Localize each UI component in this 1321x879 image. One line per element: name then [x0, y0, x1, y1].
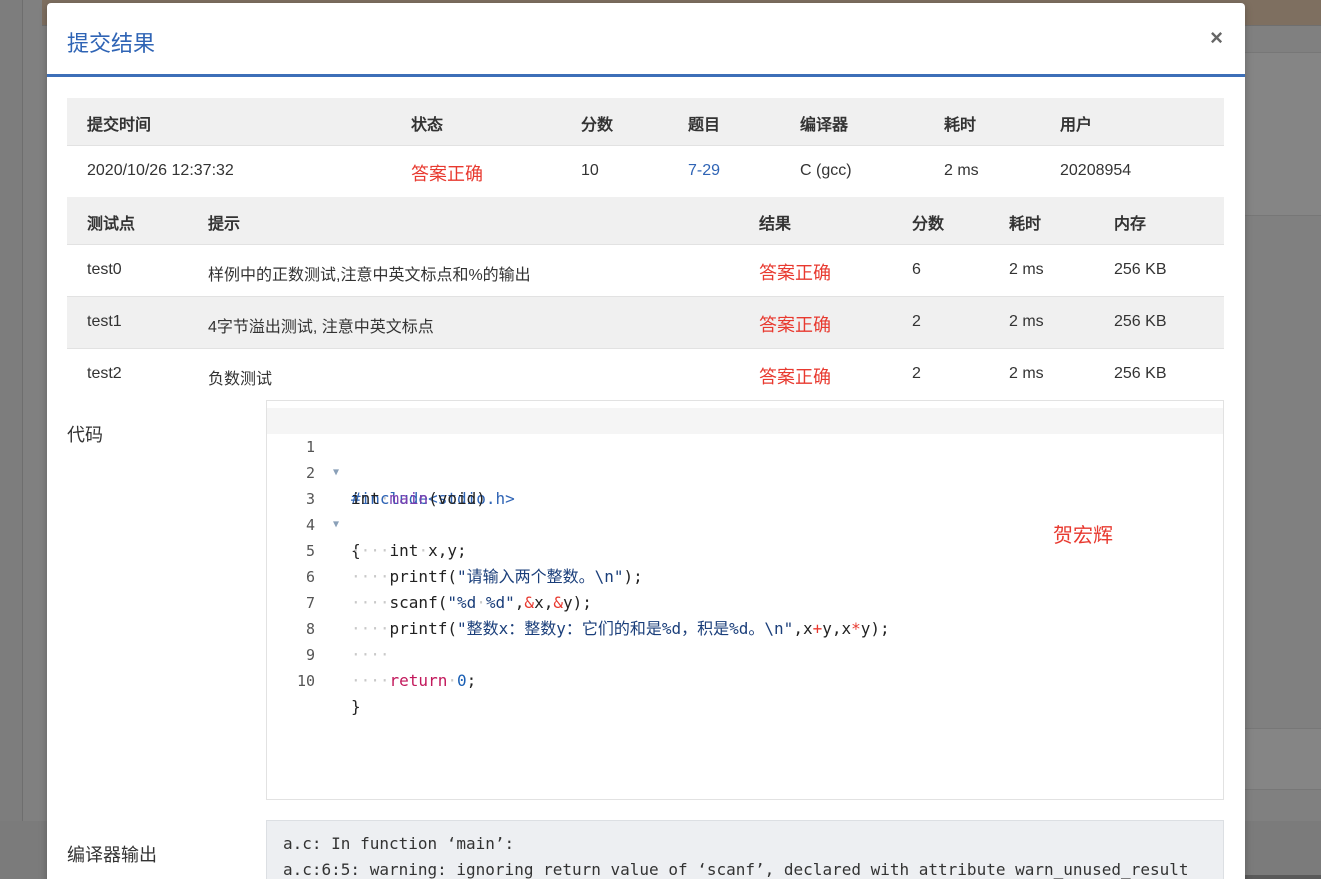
code-line: 1 ▼ #include<stdio.h> — [267, 408, 1223, 508]
score-value: 10 — [581, 162, 599, 179]
testcase-id: test0 — [87, 261, 122, 278]
compiler-output-line: a.c:6:5: warning: ignoring return value … — [283, 860, 1189, 879]
close-icon[interactable]: × — [1210, 25, 1223, 51]
col-header-memory: 内存 — [1114, 216, 1147, 233]
testcase-result: 答案正确 — [759, 263, 831, 283]
tests-header: 测试点 提示 结果 分数 耗时 内存 — [67, 197, 1224, 244]
testcase-time: 2 ms — [1009, 365, 1044, 382]
code-text: ····return·0; — [351, 671, 477, 690]
code-line: 3 ▼ { — [267, 460, 1223, 560]
backdrop-panel — [1245, 52, 1321, 216]
testcase-time: 2 ms — [1009, 261, 1044, 278]
testcase-memory: 256 KB — [1114, 313, 1167, 330]
line-number: 10 — [296, 672, 315, 690]
testcase-score: 2 — [912, 365, 921, 382]
testcase-memory: 256 KB — [1114, 365, 1167, 382]
code-editor[interactable]: 1 ▼ #include<stdio.h> 2 int·main(void) 3… — [266, 400, 1224, 800]
col-header-compiler: 编译器 — [800, 117, 849, 134]
testcase-id: test2 — [87, 365, 122, 382]
testcase-hint: 负数测试 — [208, 371, 273, 388]
compiler-value: C (gcc) — [800, 162, 852, 179]
code-line: 7 ····printf("整数x：整数y：它们的和是%d，积是%d。\n",x… — [267, 564, 1223, 638]
table-row: test2 负数测试 答案正确 2 2 ms 256 KB — [67, 348, 1224, 400]
testcase-memory: 256 KB — [1114, 261, 1167, 278]
code-label: 代码 — [67, 425, 103, 445]
compiler-output-box: a.c: In function ‘main’: a.c:6:5: warning… — [266, 820, 1224, 879]
author-watermark: 贺宏辉 — [1053, 523, 1113, 547]
testcase-score: 6 — [912, 261, 921, 278]
summary-header: 提交时间 状态 分数 题目 编译器 耗时 用户 — [67, 98, 1224, 145]
elapsed-value: 2 ms — [944, 162, 979, 179]
col-header-problem: 题目 — [688, 117, 721, 134]
table-row: test0 样例中的正数测试,注意中英文标点和%的输出 答案正确 6 2 ms … — [67, 244, 1224, 296]
compiler-output-label: 编译器输出 — [67, 845, 157, 865]
status-badge: 答案正确 — [411, 164, 483, 184]
modal-header: 提交结果 × — [47, 3, 1245, 77]
col-header-result: 结果 — [759, 216, 792, 233]
col-header-hint: 提示 — [208, 216, 241, 233]
submit-time: 2020/10/26 12:37:32 — [87, 162, 234, 179]
testcase-score: 2 — [912, 313, 921, 330]
col-header-user: 用户 — [1060, 117, 1093, 134]
testcase-id: test1 — [87, 313, 122, 330]
testcase-result: 答案正确 — [759, 367, 831, 387]
testcase-result: 答案正确 — [759, 315, 831, 335]
table-row: test1 4字节溢出测试, 注意中英文标点 答案正确 2 2 ms 256 K… — [67, 296, 1224, 348]
code-line: 10 } — [267, 642, 1223, 716]
col-header-submit-time: 提交时间 — [87, 117, 152, 134]
code-line: 8 ···· — [267, 590, 1223, 664]
col-header-elapsed: 耗时 — [944, 117, 977, 134]
user-value: 20208954 — [1060, 162, 1132, 179]
col-header-test-score: 分数 — [912, 216, 945, 233]
testcase-hint: 4字节溢出测试, 注意中英文标点 — [208, 319, 434, 336]
backdrop-panel — [1245, 728, 1321, 790]
testcase-time: 2 ms — [1009, 313, 1044, 330]
compiler-output-line: a.c: In function ‘main’: — [283, 834, 515, 853]
col-header-score: 分数 — [581, 117, 614, 134]
code-text: } — [351, 697, 361, 716]
code-line: 9 ····return·0; — [267, 616, 1223, 690]
modal-title: 提交结果 — [67, 31, 156, 56]
code-line: 4 ····int·x,y; — [267, 486, 1223, 560]
col-header-test-time: 耗时 — [1009, 216, 1042, 233]
col-header-testcase: 测试点 — [87, 216, 136, 233]
col-header-status: 状态 — [411, 117, 444, 134]
modal-body: 提交时间 状态 分数 题目 编译器 — [47, 77, 1245, 97]
code-line: 2 int·main(void) — [267, 434, 1223, 508]
problem-link[interactable]: 7-29 — [688, 162, 720, 180]
testcase-hint: 样例中的正数测试,注意中英文标点和%的输出 — [208, 267, 531, 284]
summary-row: 2020/10/26 12:37:32 答案正确 10 7-29 C (gcc)… — [67, 145, 1224, 197]
